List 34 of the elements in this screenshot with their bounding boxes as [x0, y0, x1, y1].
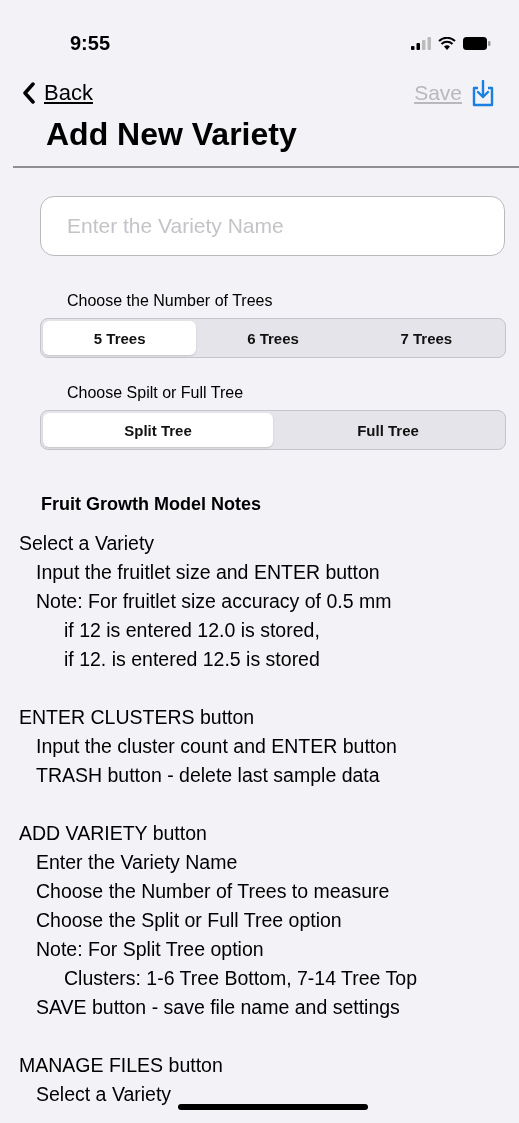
segment-option[interactable]: 6 Trees — [196, 321, 350, 355]
note-text: TRASH button - delete last sample data — [35, 763, 380, 788]
notes-heading: Fruit Growth Model Notes — [40, 494, 262, 515]
signal-icon — [411, 36, 431, 50]
status-time: 9:55 — [70, 31, 111, 55]
segment-option[interactable]: Full Tree — [273, 413, 503, 447]
note-text: Note: For fruitlet size accuracy of 0.5 mm — [35, 589, 392, 614]
section-label: Choose the Number of Trees — [66, 292, 274, 310]
note-text: Select a Variety — [19, 531, 155, 556]
note-text: ENTER CLUSTERS button — [19, 705, 255, 730]
section-label: Choose Spilt or Full Tree — [66, 384, 245, 402]
page-title: Add New Variety — [45, 115, 298, 154]
note-text: MANAGE FILES button — [19, 1053, 223, 1078]
wifi-icon — [438, 36, 456, 50]
battery-icon — [463, 36, 491, 50]
note-text: Enter the Variety Name — [35, 850, 238, 875]
segment-option[interactable]: 5 Trees — [43, 321, 197, 355]
note-text: Choose the Number of Trees to measure — [35, 879, 390, 904]
note-text: Note: For Split Tree option — [35, 937, 264, 962]
note-text: SAVE button - save file name and settings — [35, 995, 400, 1020]
segment-option[interactable]: Split Tree — [43, 413, 273, 447]
note-text: if 12. is entered 12.5 is stored — [63, 647, 320, 672]
note-text: if 12 is entered 12.0 is stored, — [63, 618, 320, 643]
download-icon[interactable] — [471, 79, 495, 107]
note-text: Choose the Split or Full Tree option — [35, 908, 342, 933]
note-text: Select a Variety — [35, 1082, 172, 1107]
chevron-icon — [22, 82, 36, 104]
note-text: Input the fruitlet size and ENTER button — [35, 560, 380, 585]
note-text: Clusters: 1-6 Tree Bottom, 7-14 Tree Top — [63, 966, 417, 991]
note-text: Input the cluster count and ENTER button — [35, 734, 397, 759]
back-button[interactable]: Back — [22, 80, 93, 106]
variety-name-field[interactable]: Enter the Variety Name — [40, 196, 505, 256]
segment-option[interactable]: 7 Trees — [349, 321, 503, 355]
note-text: ADD VARIETY button — [19, 821, 207, 846]
